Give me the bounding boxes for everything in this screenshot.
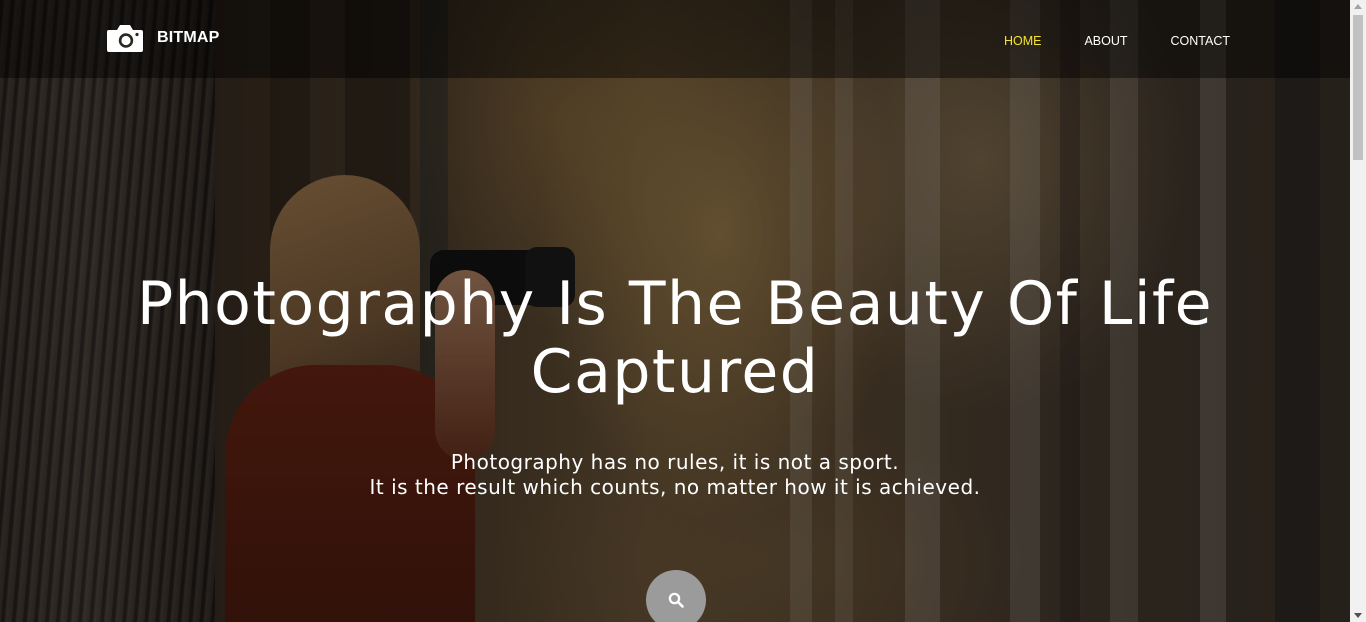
brand-logo-link[interactable]: BITMAP — [106, 22, 220, 54]
nav-item-about: ABOUT — [1041, 30, 1127, 49]
nav-link-home[interactable]: HOME — [1004, 34, 1042, 48]
search-icon — [668, 592, 684, 608]
nav-menu: HOME ABOUT CONTACT — [961, 30, 1230, 49]
scrollbar-thumb[interactable] — [1353, 15, 1363, 160]
camera-icon — [107, 25, 143, 52]
nav-item-contact: CONTACT — [1128, 30, 1231, 49]
nav-link-about[interactable]: ABOUT — [1084, 34, 1127, 48]
navbar: BITMAP HOME ABOUT CONTACT — [0, 0, 1350, 78]
page-scrollbar[interactable] — [1350, 0, 1366, 622]
landing-page: BITMAP HOME ABOUT CONTACT Photography Is… — [0, 0, 1366, 622]
nav-item-home: HOME — [961, 30, 1042, 49]
hero-subtitle-line-2: It is the result which counts, no matter… — [369, 475, 981, 499]
scroll-down-arrow-icon[interactable] — [1354, 613, 1362, 618]
search-button[interactable] — [646, 570, 706, 622]
hero-title: Photography Is The Beauty Of Life Captur… — [136, 269, 1214, 407]
hero-subtitle-line-1: Photography has no rules, it is not a sp… — [450, 450, 900, 474]
hero-subtitle: Photography has no rules, it is not a sp… — [0, 450, 1350, 500]
brand-name: BITMAP — [157, 29, 220, 46]
nav-link-contact[interactable]: CONTACT — [1171, 34, 1231, 48]
scroll-up-arrow-icon[interactable] — [1354, 4, 1362, 9]
